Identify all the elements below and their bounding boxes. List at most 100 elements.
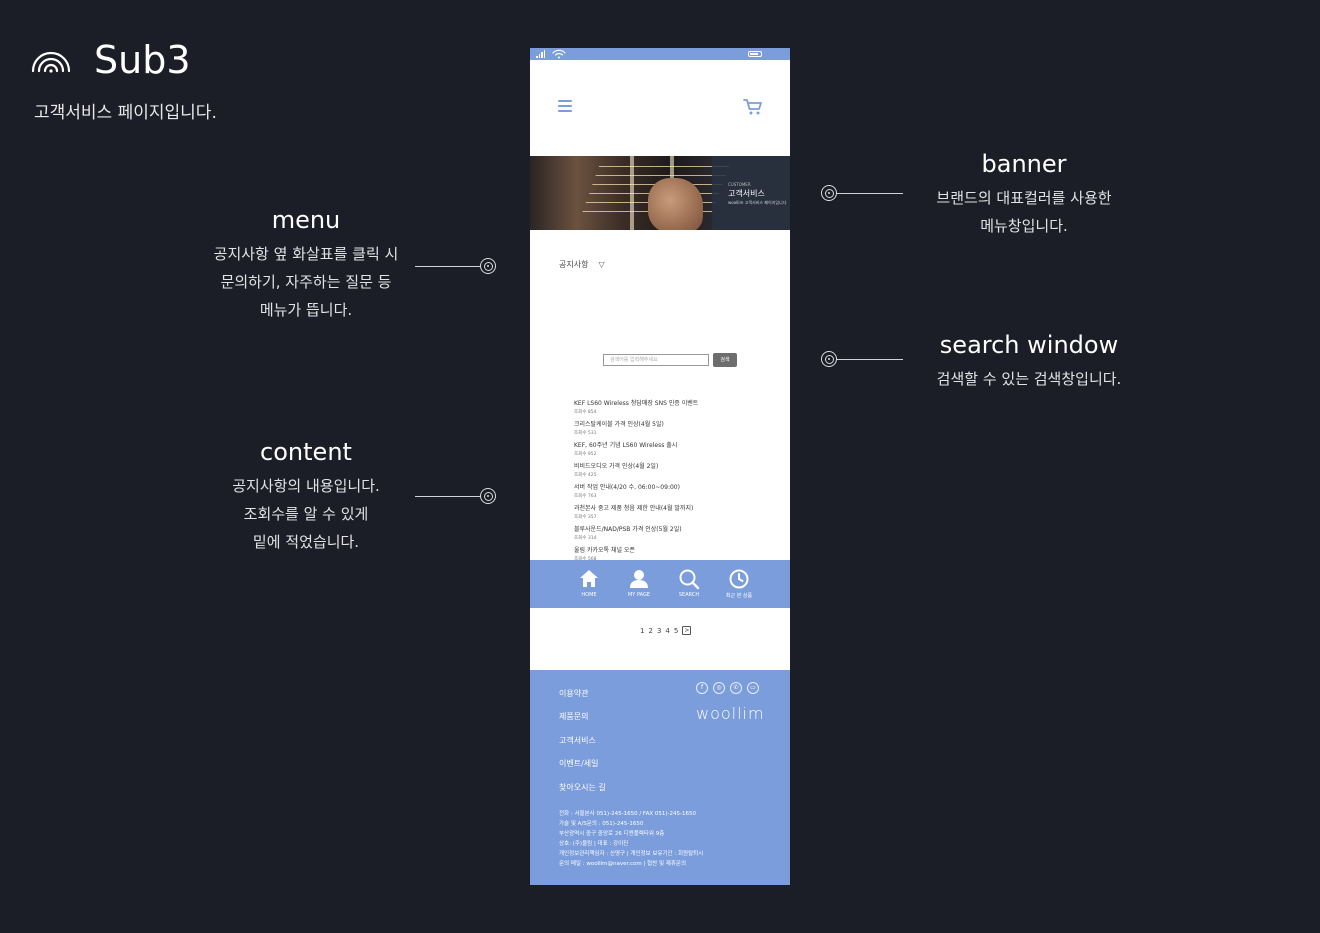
annotation-text: 메뉴가 뜹니다.	[259, 301, 353, 319]
annotation-connector	[415, 266, 481, 267]
facebook-icon[interactable]: f	[696, 682, 708, 694]
signal-waves-icon	[31, 51, 71, 73]
nav-recent[interactable]: 최근 본 상품	[724, 560, 754, 608]
annotation-connector	[415, 496, 481, 497]
target-dot-icon	[480, 488, 496, 504]
annotation-menu: menu 공지사항 옆 화살표를 클릭 시 문의하기, 자주하는 질문 등 메뉴…	[196, 206, 416, 324]
category-dropdown[interactable]: 공지사항 ▽	[559, 259, 605, 270]
instagram-icon[interactable]: ◎	[713, 682, 725, 694]
hamburger-menu-icon[interactable]	[558, 100, 572, 112]
footer-link[interactable]: 찾아오시는 길	[559, 776, 606, 799]
list-item[interactable]: 블루사운드/NAD/PSB 가격 인상(5월 2일) 조회수 314	[574, 525, 774, 542]
phone-mockup: CUSTOMER 고객서비스 woollim 고객서비스 페이지입니다 공지사항…	[530, 48, 790, 885]
notice-views: 조회수 854	[574, 410, 597, 415]
status-bar	[530, 48, 790, 60]
notice-title[interactable]: KEF LS60 Wireless 청담매장 SNS 인증 이벤트	[574, 399, 774, 409]
footer-link[interactable]: 이용약관	[559, 682, 606, 705]
target-dot-icon	[821, 351, 837, 367]
annotation-text: 메뉴창입니다.	[980, 217, 1068, 235]
notice-views: 조회수 952	[574, 452, 597, 457]
company-info-line: 가술 및 A/S문의 : 051)-245-1650	[559, 821, 644, 827]
notice-title[interactable]: 비비드오디오 가격 인상(4월 2일)	[574, 462, 774, 472]
annotation-title: search window	[939, 331, 1119, 359]
next-page-button[interactable]: >	[682, 626, 692, 635]
company-info-line: 부산광역시 중구 중앙로 26 디엔플렉타워 9층	[559, 831, 665, 837]
notice-title[interactable]: 크리스탈케이블 가격 인상(4월 5일)	[574, 420, 774, 430]
app-topbar	[530, 60, 790, 156]
list-item[interactable]: 과천본사 중고 제품 청음 제한 안내(4월 말까지) 조회수 357	[574, 504, 774, 521]
notice-title[interactable]: 울림 카카오톡 채널 오픈	[574, 546, 774, 556]
company-info-line: 전화 : 서울본사 051)-245-1650 / FAX 051)-245-1…	[559, 811, 696, 817]
search-input[interactable]: 검색어를 입력해주세요	[603, 354, 709, 366]
page-header: Sub3	[30, 38, 191, 82]
list-item[interactable]: 비비드오디오 가격 인상(4월 2일) 조회수 425	[574, 462, 774, 479]
notice-title[interactable]: KEF, 60주년 기념 LS60 Wireless 출시	[574, 441, 774, 451]
nav-label: SEARCH	[678, 592, 700, 598]
notice-title[interactable]: 서버 작업 안내(4/20 수, 06:00~09:00)	[574, 483, 774, 493]
search-bar: 검색어를 입력해주세요 검색	[603, 353, 737, 367]
annotation-connector	[837, 193, 903, 194]
user-icon	[630, 570, 648, 588]
annotation-text: 밑에 적었습니다.	[252, 533, 360, 551]
annotation-text: 공지사항 옆 화살표를 클릭 시	[213, 245, 399, 263]
target-dot-icon	[821, 185, 837, 201]
notice-views: 조회수 357	[574, 515, 597, 520]
site-footer: 이용약관 제품문의 고객서비스 이벤트/세일 찾아오시는 길 f ◎ ✆ ▭ w…	[530, 670, 790, 885]
annotation-text: 브랜드의 대표컬러를 사용한	[936, 189, 1112, 207]
notice-title[interactable]: 과천본사 중고 제품 청음 제한 안내(4월 말까지)	[574, 504, 774, 514]
nav-search[interactable]: SEARCH	[674, 560, 704, 608]
category-dropdown-label: 공지사항	[559, 260, 589, 269]
page-title: Sub3	[94, 38, 191, 82]
page-link[interactable]: 4	[665, 627, 669, 635]
footer-links: 이용약관 제품문의 고객서비스 이벤트/세일 찾아오시는 길	[559, 682, 606, 799]
footer-link[interactable]: 이벤트/세일	[559, 752, 606, 775]
annotation-title: menu	[271, 206, 341, 234]
brand-logo: woollim	[696, 704, 765, 723]
home-icon	[580, 570, 598, 587]
battery-icon	[748, 51, 762, 57]
search-button[interactable]: 검색	[713, 353, 737, 367]
clock-icon	[729, 569, 749, 589]
signal-strength-icon	[536, 50, 545, 58]
annotation-search: search window 검색할 수 있는 검색창입니다.	[914, 331, 1144, 393]
banner-description: woollim 고객서비스 페이지입니다	[728, 200, 787, 205]
company-info-line: 문의 메일 : woollim@naver.com | 협찬 및 제휴문의	[559, 861, 687, 867]
notice-views: 조회수 425	[574, 473, 597, 478]
annotation-text: 검색할 수 있는 검색창입니다.	[936, 370, 1122, 388]
annotation-connector	[837, 359, 903, 360]
notice-views: 조회수 531	[574, 431, 597, 436]
phone-icon[interactable]: ✆	[730, 682, 742, 694]
page-link[interactable]: 5	[674, 627, 678, 635]
list-item[interactable]: 서버 작업 안내(4/20 수, 06:00~09:00) 조회수 763	[574, 483, 774, 500]
social-links: f ◎ ✆ ▭	[696, 682, 759, 694]
list-item[interactable]: KEF LS60 Wireless 청담매장 SNS 인증 이벤트 조회수 85…	[574, 399, 774, 416]
pagination: 1 2 3 4 5 >	[640, 626, 692, 635]
search-icon	[679, 569, 700, 590]
notice-views: 조회수 763	[574, 494, 597, 499]
nav-home[interactable]: HOME	[574, 560, 604, 608]
list-item[interactable]: 크리스탈케이블 가격 인상(4월 5일) 조회수 531	[574, 420, 774, 437]
annotation-title: banner	[981, 150, 1067, 178]
cart-icon[interactable]	[743, 98, 763, 116]
page-link[interactable]: 2	[648, 627, 652, 635]
footer-link[interactable]: 제품문의	[559, 705, 606, 728]
company-info-line: 개인정보관리책임자 : 신명구 | 개인정보 보유기간 : 회원탈퇴시	[559, 851, 704, 857]
wifi-icon	[552, 49, 566, 59]
notice-list: KEF LS60 Wireless 청담매장 SNS 인증 이벤트 조회수 85…	[574, 399, 774, 567]
chevron-down-icon[interactable]: ▽	[598, 260, 604, 269]
notice-views: 조회수 314	[574, 536, 597, 541]
page-subtitle: 고객서비스 페이지입니다.	[34, 103, 217, 123]
page-link[interactable]: 3	[657, 627, 661, 635]
bottom-navigation: HOME MY PAGE SEARCH 최근 본 상품	[530, 560, 790, 608]
banner-eyebrow: CUSTOMER	[728, 182, 751, 187]
notice-title[interactable]: 블루사운드/NAD/PSB 가격 인상(5월 2일)	[574, 525, 774, 535]
list-item[interactable]: KEF, 60주년 기념 LS60 Wireless 출시 조회수 952	[574, 441, 774, 458]
footer-link[interactable]: 고객서비스	[559, 729, 606, 752]
annotation-title: content	[260, 438, 352, 466]
chat-icon[interactable]: ▭	[747, 682, 759, 694]
banner-panel: CUSTOMER 고객서비스 woollim 고객서비스 페이지입니다	[712, 156, 790, 230]
banner-title: 고객서비스	[728, 189, 765, 198]
page-link[interactable]: 1	[640, 627, 644, 635]
nav-label: HOME	[581, 592, 597, 598]
nav-my-page[interactable]: MY PAGE	[624, 560, 654, 608]
